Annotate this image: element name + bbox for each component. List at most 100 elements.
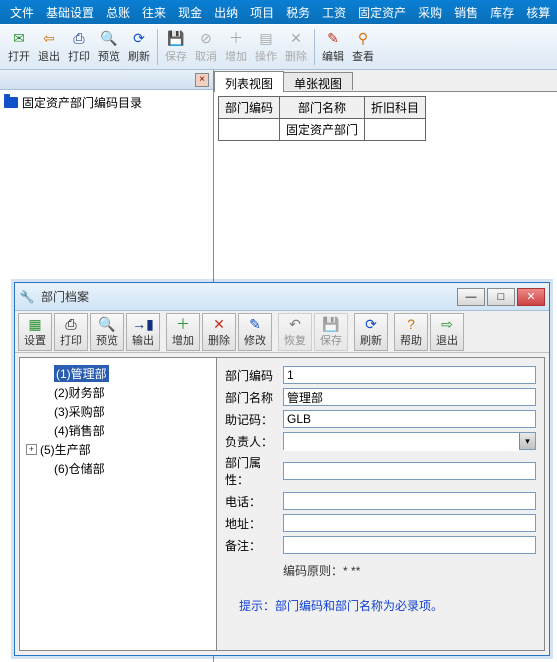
addr-input[interactable] bbox=[283, 514, 536, 532]
delete-button: ✕删除 bbox=[281, 26, 311, 68]
cancel-button: ⊘取消 bbox=[191, 26, 221, 68]
dept-name-input[interactable] bbox=[283, 388, 536, 406]
label-manager: 负责人： bbox=[225, 433, 283, 450]
dlg-add-button[interactable]: ＋增加 bbox=[166, 313, 200, 351]
dlg-refresh-button[interactable]: ⟳刷新 bbox=[354, 313, 388, 351]
menu-salary[interactable]: 工资 bbox=[316, 4, 352, 21]
dialog-title: 部门档案 bbox=[41, 288, 455, 305]
menu-basic[interactable]: 基础设置 bbox=[40, 4, 100, 21]
restore-button: ↶恢复 bbox=[278, 313, 312, 351]
cancel-icon: ⊘ bbox=[198, 30, 214, 46]
attr-input[interactable] bbox=[283, 462, 536, 480]
add-icon: ＋ bbox=[228, 30, 244, 46]
dropdown-icon[interactable]: ▾ bbox=[519, 433, 535, 449]
main-toolbar: ✉打开 ⇦退出 ⎙打印 🔍预览 ⟳刷新 💾保存 ⊘取消 ＋增加 ▤操作 ✕删除 … bbox=[0, 24, 557, 70]
menu-cash[interactable]: 现金 bbox=[172, 4, 208, 21]
menu-cashier[interactable]: 出纳 bbox=[208, 4, 244, 21]
help-button[interactable]: ?帮助 bbox=[394, 313, 428, 351]
settings-button[interactable]: ▦设置 bbox=[18, 313, 52, 351]
tree-item-1[interactable]: (1)管理部 bbox=[26, 364, 210, 383]
menu-tax[interactable]: 税务 bbox=[280, 4, 316, 21]
open-icon: ✉ bbox=[11, 30, 27, 46]
menu-file[interactable]: 文件 bbox=[4, 4, 40, 21]
tree-item-5[interactable]: +(5)生产部 bbox=[26, 440, 210, 459]
dept-tree: (1)管理部 (2)财务部 (3)采购部 (4)销售部 +(5)生产部 (6)仓… bbox=[19, 357, 217, 651]
dlg-preview-button[interactable]: 🔍预览 bbox=[90, 313, 124, 351]
modify-button[interactable]: ✎修改 bbox=[238, 313, 272, 351]
edit-button[interactable]: ✎编辑 bbox=[318, 26, 348, 68]
menu-project[interactable]: 项目 bbox=[244, 4, 280, 21]
tree-item-6[interactable]: (6)仓储部 bbox=[26, 459, 210, 478]
open-button[interactable]: ✉打开 bbox=[4, 26, 34, 68]
view-button[interactable]: ⚲查看 bbox=[348, 26, 378, 68]
add-icon: ＋ bbox=[176, 316, 190, 332]
export-icon: →▮ bbox=[132, 316, 154, 332]
preview-icon: 🔍 bbox=[101, 30, 117, 46]
close-button[interactable]: ✕ bbox=[517, 288, 545, 306]
label-attr: 部门属性： bbox=[225, 454, 283, 488]
dlg-save-button: 💾保存 bbox=[314, 313, 348, 351]
col-depr-subject[interactable]: 折旧科目 bbox=[365, 97, 426, 119]
label-phone: 电话： bbox=[225, 493, 283, 510]
dept-archive-dialog: 🔧 部门档案 — □ ✕ ▦设置 ⎙打印 🔍预览 →▮输出 ＋增加 ✕删除 ✎修… bbox=[14, 282, 550, 656]
menu-account[interactable]: 核算 bbox=[520, 4, 556, 21]
tree-root-item[interactable]: 固定资产部门编码目录 bbox=[4, 94, 209, 111]
manager-combo[interactable]: ▾ bbox=[283, 432, 536, 450]
menu-sales[interactable]: 销售 bbox=[448, 4, 484, 21]
col-dept-name[interactable]: 部门名称 bbox=[280, 97, 365, 119]
preview-button[interactable]: 🔍预览 bbox=[94, 26, 124, 68]
dialog-toolbar: ▦设置 ⎙打印 🔍预览 →▮输出 ＋增加 ✕删除 ✎修改 ↶恢复 💾保存 ⟳刷新… bbox=[15, 311, 549, 353]
tree-item-3[interactable]: (3)采购部 bbox=[26, 402, 210, 421]
undo-icon: ↶ bbox=[289, 316, 301, 332]
label-mnemonic: 助记码： bbox=[225, 411, 283, 428]
menu-stock[interactable]: 库存 bbox=[484, 4, 520, 21]
print-button[interactable]: ⎙打印 bbox=[64, 26, 94, 68]
data-table: 部门编码 部门名称 折旧科目 固定资产部门 bbox=[218, 96, 426, 141]
mnemonic-input[interactable] bbox=[283, 410, 536, 428]
maximize-button[interactable]: □ bbox=[487, 288, 515, 306]
encoding-rule: 编码原则：* ** bbox=[283, 562, 536, 579]
edit-icon: ✎ bbox=[325, 30, 341, 46]
note-input[interactable] bbox=[283, 536, 536, 554]
delete-icon: ✕ bbox=[213, 316, 225, 332]
dlg-exit-button[interactable]: ⇨退出 bbox=[430, 313, 464, 351]
dlg-delete-button[interactable]: ✕删除 bbox=[202, 313, 236, 351]
col-dept-code[interactable]: 部门编码 bbox=[219, 97, 280, 119]
export-button[interactable]: →▮输出 bbox=[126, 313, 160, 351]
tree-item-4[interactable]: (4)销售部 bbox=[26, 421, 210, 440]
cell-name: 固定资产部门 bbox=[280, 119, 365, 141]
save-button: 💾保存 bbox=[161, 26, 191, 68]
cell-subject bbox=[365, 119, 426, 141]
phone-input[interactable] bbox=[283, 492, 536, 510]
add-button: ＋增加 bbox=[221, 26, 251, 68]
tab-single-view[interactable]: 单张视图 bbox=[283, 72, 353, 90]
panel-close-button[interactable]: × bbox=[195, 73, 209, 87]
menu-arap[interactable]: 往来 bbox=[136, 4, 172, 21]
exit-button[interactable]: ⇦退出 bbox=[34, 26, 64, 68]
tree-item-2[interactable]: (2)财务部 bbox=[26, 383, 210, 402]
menu-ledger[interactable]: 总账 bbox=[100, 4, 136, 21]
exit-icon: ⇨ bbox=[441, 316, 453, 332]
save-icon: 💾 bbox=[322, 316, 339, 332]
label-code: 部门编码 bbox=[225, 367, 283, 384]
tab-list-view[interactable]: 列表视图 bbox=[214, 71, 284, 92]
menu-purchase[interactable]: 采购 bbox=[412, 4, 448, 21]
minimize-button[interactable]: — bbox=[457, 288, 485, 306]
modify-icon: ✎ bbox=[249, 316, 261, 332]
menu-bar: 文件 基础设置 总账 往来 现金 出纳 项目 税务 工资 固定资产 采购 销售 … bbox=[0, 0, 557, 24]
refresh-button[interactable]: ⟳刷新 bbox=[124, 26, 154, 68]
cell-code bbox=[219, 119, 280, 141]
menu-fixedasset[interactable]: 固定资产 bbox=[352, 4, 412, 21]
expand-icon[interactable]: + bbox=[26, 444, 37, 455]
dlg-print-button[interactable]: ⎙打印 bbox=[54, 313, 88, 351]
table-row[interactable]: 固定资产部门 bbox=[219, 119, 426, 141]
wrench-icon: 🔧 bbox=[19, 289, 35, 305]
label-name: 部门名称 bbox=[225, 389, 283, 406]
dialog-titlebar[interactable]: 🔧 部门档案 — □ ✕ bbox=[15, 283, 549, 311]
refresh-icon: ⟳ bbox=[365, 316, 377, 332]
tree-root-label: 固定资产部门编码目录 bbox=[22, 94, 142, 111]
settings-icon: ▦ bbox=[28, 316, 41, 332]
print-icon: ⎙ bbox=[71, 30, 87, 46]
label-note: 备注： bbox=[225, 537, 283, 554]
dept-code-input[interactable] bbox=[283, 366, 536, 384]
